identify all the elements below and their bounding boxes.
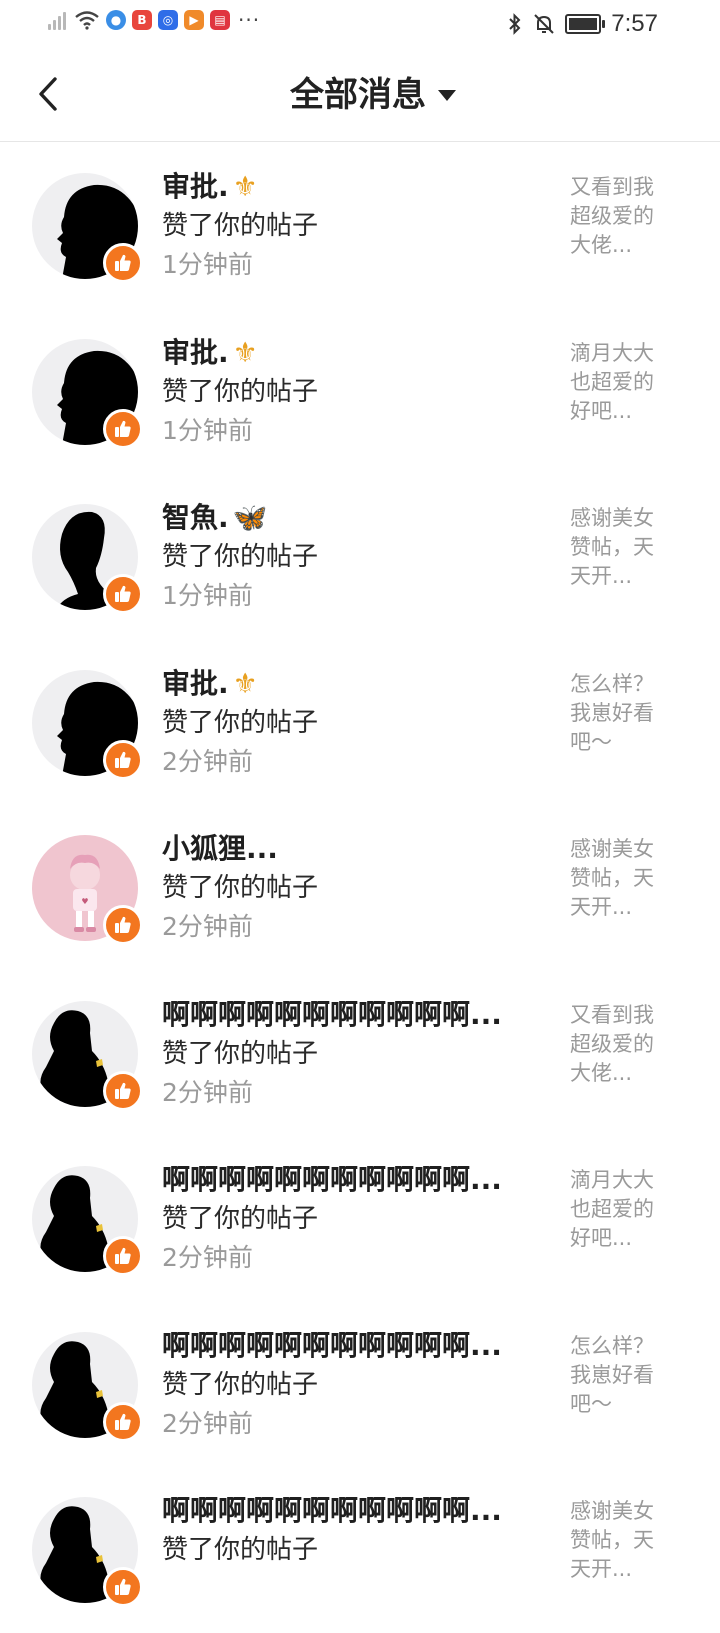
action-text: 赞了你的帖子 xyxy=(162,873,319,903)
video-app-icon: B xyxy=(132,10,152,30)
post-preview[interactable]: 又看到我超级爱的大佬... xyxy=(570,1001,666,1088)
mute-icon xyxy=(534,14,554,34)
page-title: 全部消息 xyxy=(290,75,426,115)
like-badge xyxy=(103,1567,143,1607)
post-preview[interactable]: 感谢美女赞帖，天天开... xyxy=(570,835,666,922)
message-item-5[interactable]: ♥ 小狐狸... 赞了你的帖子 2分钟前 感谢美女赞帖，天天开... xyxy=(0,805,720,971)
status-bar: ● B ◎ ▶ ▤ ··· 7:57 xyxy=(0,0,720,48)
thumbs-up-icon xyxy=(115,254,131,271)
sender-name-text: 智魚. xyxy=(162,501,229,534)
action-text: 赞了你的帖子 xyxy=(162,1204,319,1234)
message-item-6[interactable]: 啊啊啊啊啊啊啊啊啊啊啊... 赞了你的帖子 2分钟前 又看到我超级爱的大佬... xyxy=(0,971,720,1137)
timestamp: 2分钟前 xyxy=(162,1408,253,1438)
timestamp: 2分钟前 xyxy=(162,912,253,941)
browser-icon: ● xyxy=(106,10,126,30)
name-emoji: ⚜ xyxy=(232,666,258,700)
signal-off-icon xyxy=(46,10,68,30)
message-item-2[interactable]: 审批. ⚜ 赞了你的帖子 1分钟前 滴月大大也超爱的好吧... xyxy=(0,309,720,475)
message-list: 审批. ⚜ 赞了你的帖子 1分钟前 又看到我超级爱的大佬... 审批. ⚜ 赞了… xyxy=(0,143,720,1633)
timestamp: 1分钟前 xyxy=(162,250,253,279)
action-text: 赞了你的帖子 xyxy=(162,211,319,241)
like-badge xyxy=(103,1070,143,1111)
sender-name-text: 啊啊啊啊啊啊啊啊啊啊啊... xyxy=(162,1163,502,1196)
thumbs-up-icon xyxy=(115,1082,131,1099)
timestamp: 2分钟前 xyxy=(162,1243,253,1272)
bluetooth-icon xyxy=(509,13,521,35)
timestamp: 1分钟前 xyxy=(162,581,253,610)
sender-name-text: 啊啊啊啊啊啊啊啊啊啊啊... xyxy=(162,997,502,1031)
thumbs-up-icon xyxy=(115,585,131,602)
status-time: 7:57 xyxy=(611,10,658,37)
svg-text:♥: ♥ xyxy=(81,897,88,906)
sender-name[interactable]: 审批. ⚜ xyxy=(162,333,258,373)
thumbs-up-icon xyxy=(115,1578,131,1595)
like-badge xyxy=(103,408,143,449)
like-badge xyxy=(103,739,143,780)
like-badge xyxy=(103,905,143,945)
action-text: 赞了你的帖子 xyxy=(162,1535,319,1565)
name-emoji: ⚜ xyxy=(232,335,258,369)
status-bar-left: ● B ◎ ▶ ▤ ··· xyxy=(46,10,260,30)
thumbs-up-icon xyxy=(115,1247,131,1264)
wifi-icon xyxy=(75,11,99,30)
post-preview[interactable]: 怎么样？我崽好看吧～ xyxy=(570,670,666,757)
sender-name[interactable]: 啊啊啊啊啊啊啊啊啊啊啊... xyxy=(162,1160,506,1200)
action-text: 赞了你的帖子 xyxy=(162,542,319,572)
sender-name[interactable]: 啊啊啊啊啊啊啊啊啊啊啊... xyxy=(162,1326,506,1366)
action-text: 赞了你的帖子 xyxy=(162,376,319,407)
battery-icon xyxy=(565,14,606,34)
name-emoji: 🦋 xyxy=(232,501,268,534)
sender-name-text: 审批. xyxy=(162,170,229,203)
message-item-1[interactable]: 审批. ⚜ 赞了你的帖子 1分钟前 又看到我超级爱的大佬... xyxy=(0,143,720,309)
sender-name[interactable]: 啊啊啊啊啊啊啊啊啊啊啊... xyxy=(162,995,506,1035)
sender-name[interactable]: 啊啊啊啊啊啊啊啊啊啊啊... xyxy=(162,1491,506,1531)
timestamp: 2分钟前 xyxy=(162,1077,253,1107)
thumbs-up-icon xyxy=(115,420,131,437)
sender-name[interactable]: 智魚. 🦋 xyxy=(162,498,268,538)
sender-name-text: 小狐狸... xyxy=(162,832,278,865)
post-preview[interactable]: 怎么样？我崽好看吧～ xyxy=(570,1332,666,1419)
sender-name-text: 审批. xyxy=(162,335,229,369)
timestamp: 2分钟前 xyxy=(162,746,253,776)
message-item-3[interactable]: 智魚. 🦋 赞了你的帖子 1分钟前 感谢美女赞帖，天天开... xyxy=(0,474,720,640)
header: 全部消息 xyxy=(0,48,720,142)
message-item-7[interactable]: 啊啊啊啊啊啊啊啊啊啊啊... 赞了你的帖子 2分钟前 滴月大大也超爱的好吧... xyxy=(0,1136,720,1302)
like-badge xyxy=(103,1236,143,1276)
action-text: 赞了你的帖子 xyxy=(162,707,319,738)
post-preview[interactable]: 又看到我超级爱的大佬... xyxy=(570,173,666,260)
post-preview[interactable]: 滴月大大也超爱的好吧... xyxy=(570,1166,666,1253)
name-emoji: ⚜ xyxy=(232,170,258,203)
action-text: 赞了你的帖子 xyxy=(162,1369,319,1400)
sender-name[interactable]: 审批. ⚜ xyxy=(162,664,258,704)
post-preview[interactable]: 感谢美女赞帖，天天开... xyxy=(570,504,666,591)
sender-name-text: 啊啊啊啊啊啊啊啊啊啊啊... xyxy=(162,1494,502,1527)
like-badge xyxy=(103,574,143,614)
more-notifications-icon: ··· xyxy=(238,8,261,32)
play-app-icon: ▶ xyxy=(184,10,204,30)
message-item-4[interactable]: 审批. ⚜ 赞了你的帖子 2分钟前 怎么样？我崽好看吧～ xyxy=(0,640,720,806)
thumbs-up-icon xyxy=(115,916,131,933)
thumbs-up-icon xyxy=(115,751,131,768)
like-badge xyxy=(103,1401,143,1442)
post-preview[interactable]: 滴月大大也超爱的好吧... xyxy=(570,339,666,426)
sender-name[interactable]: 审批. ⚜ xyxy=(162,167,258,207)
caret-down-icon xyxy=(438,89,456,101)
message-item-8[interactable]: 啊啊啊啊啊啊啊啊啊啊啊... 赞了你的帖子 2分钟前 怎么样？我崽好看吧～ xyxy=(0,1302,720,1468)
status-bar-right: 7:57 xyxy=(507,10,658,38)
idea-app-icon: ◎ xyxy=(158,10,178,30)
sender-name-text: 审批. xyxy=(162,666,229,700)
thumbs-up-icon xyxy=(115,1413,131,1430)
sender-name[interactable]: 小狐狸... xyxy=(162,829,282,869)
post-preview[interactable]: 感谢美女赞帖，天天开... xyxy=(570,1497,666,1584)
book-app-icon: ▤ xyxy=(210,10,230,30)
timestamp: 1分钟前 xyxy=(162,415,253,445)
sender-name-text: 啊啊啊啊啊啊啊啊啊啊啊... xyxy=(162,1328,502,1362)
message-item-9[interactable]: 啊啊啊啊啊啊啊啊啊啊啊... 赞了你的帖子 感谢美女赞帖，天天开... xyxy=(0,1467,720,1633)
action-text: 赞了你的帖子 xyxy=(162,1038,319,1069)
title-dropdown[interactable]: 全部消息 xyxy=(0,70,720,120)
like-badge xyxy=(103,243,143,283)
